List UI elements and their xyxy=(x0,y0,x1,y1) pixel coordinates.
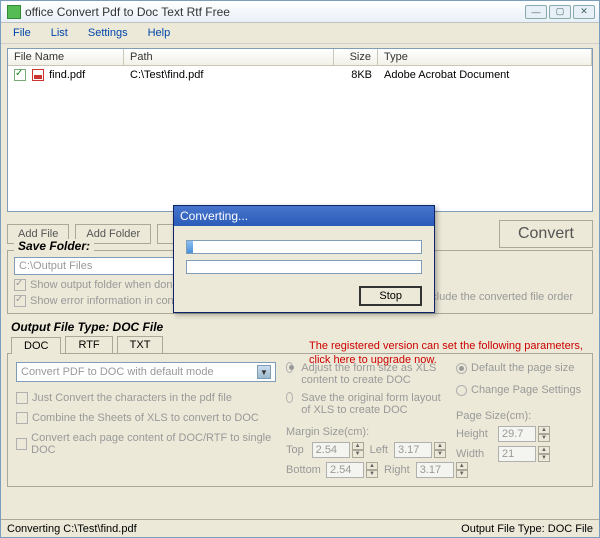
converting-dialog: Converting... Stop xyxy=(173,205,435,313)
statusbar: Converting C:\Test\find.pdf Output File … xyxy=(1,519,599,537)
options-panel: Convert PDF to DOC with default mode ▼ J… xyxy=(7,353,593,487)
file-list-row[interactable]: find.pdf C:\Test\find.pdf 8KB Adobe Acro… xyxy=(8,66,592,84)
format-tabs: DOC RTF TXT xyxy=(11,336,589,353)
tab-txt[interactable]: TXT xyxy=(117,336,164,353)
convert-button[interactable]: Convert xyxy=(499,220,593,248)
status-right: Output File Type: DOC File xyxy=(461,523,593,535)
file-list[interactable]: File Name Path Size Type find.pdf C:\Tes… xyxy=(7,48,593,212)
window-title: office Convert Pdf to Doc Text Rtf Free xyxy=(25,5,525,19)
menubar: File List Settings Help xyxy=(1,23,599,44)
menu-list[interactable]: List xyxy=(43,25,76,41)
col-size[interactable]: Size xyxy=(334,49,378,65)
chevron-down-icon: ▼ xyxy=(257,365,271,379)
maximize-button[interactable]: ▢ xyxy=(549,5,571,19)
rb-change-page[interactable]: Change Page Settings xyxy=(456,384,584,396)
titlebar: office Convert Pdf to Doc Text Rtf Free … xyxy=(1,1,599,23)
margin-size-label: Margin Size(cm): xyxy=(286,426,446,438)
progress-bar-2 xyxy=(186,260,422,274)
margin-top-input[interactable]: ▲▼ xyxy=(312,442,364,458)
dialog-title: Converting... xyxy=(174,206,434,226)
cb-combine-sheets[interactable]: Combine the Sheets of XLS to convert to … xyxy=(16,412,276,424)
main-window: office Convert Pdf to Doc Text Rtf Free … xyxy=(0,0,600,538)
save-folder-legend: Save Folder: xyxy=(14,239,94,253)
page-size-label: Page Size(cm): xyxy=(456,410,584,422)
pdf-icon xyxy=(32,69,44,81)
file-list-header: File Name Path Size Type xyxy=(8,49,592,66)
cb-just-chars[interactable]: Just Convert the characters in the pdf f… xyxy=(16,392,276,404)
minimize-button[interactable]: — xyxy=(525,5,547,19)
menu-settings[interactable]: Settings xyxy=(80,25,136,41)
rb-save-layout[interactable]: Save the original form layout of XLS to … xyxy=(286,392,446,416)
stop-button[interactable]: Stop xyxy=(359,286,422,306)
row-filename: find.pdf xyxy=(49,69,85,81)
mode-select[interactable]: Convert PDF to DOC with default mode ▼ xyxy=(16,362,276,382)
cb-each-page[interactable]: Convert each page content of DOC/RTF to … xyxy=(16,432,276,456)
row-path: C:\Test\find.pdf xyxy=(124,68,334,82)
tab-doc[interactable]: DOC xyxy=(11,337,61,354)
page-width-input[interactable]: ▲▼ xyxy=(498,446,550,462)
status-left: Converting C:\Test\find.pdf xyxy=(7,523,137,535)
app-icon xyxy=(7,5,21,19)
tab-rtf[interactable]: RTF xyxy=(65,336,112,353)
progress-bar-1 xyxy=(186,240,422,254)
row-type: Adobe Acrobat Document xyxy=(378,68,592,82)
row-checkbox[interactable] xyxy=(14,69,26,81)
menu-file[interactable]: File xyxy=(5,25,39,41)
close-button[interactable]: ✕ xyxy=(573,5,595,19)
menu-help[interactable]: Help xyxy=(140,25,179,41)
output-file-type-label: Output File Type: DOC File xyxy=(11,320,589,334)
col-type[interactable]: Type xyxy=(378,49,592,65)
row-size: 8KB xyxy=(334,68,378,82)
margin-bottom-input[interactable]: ▲▼ xyxy=(326,462,378,478)
col-path[interactable]: Path xyxy=(124,49,334,65)
page-height-input[interactable]: ▲▼ xyxy=(498,426,550,442)
col-filename[interactable]: File Name xyxy=(8,49,124,65)
margin-left-input[interactable]: ▲▼ xyxy=(394,442,446,458)
